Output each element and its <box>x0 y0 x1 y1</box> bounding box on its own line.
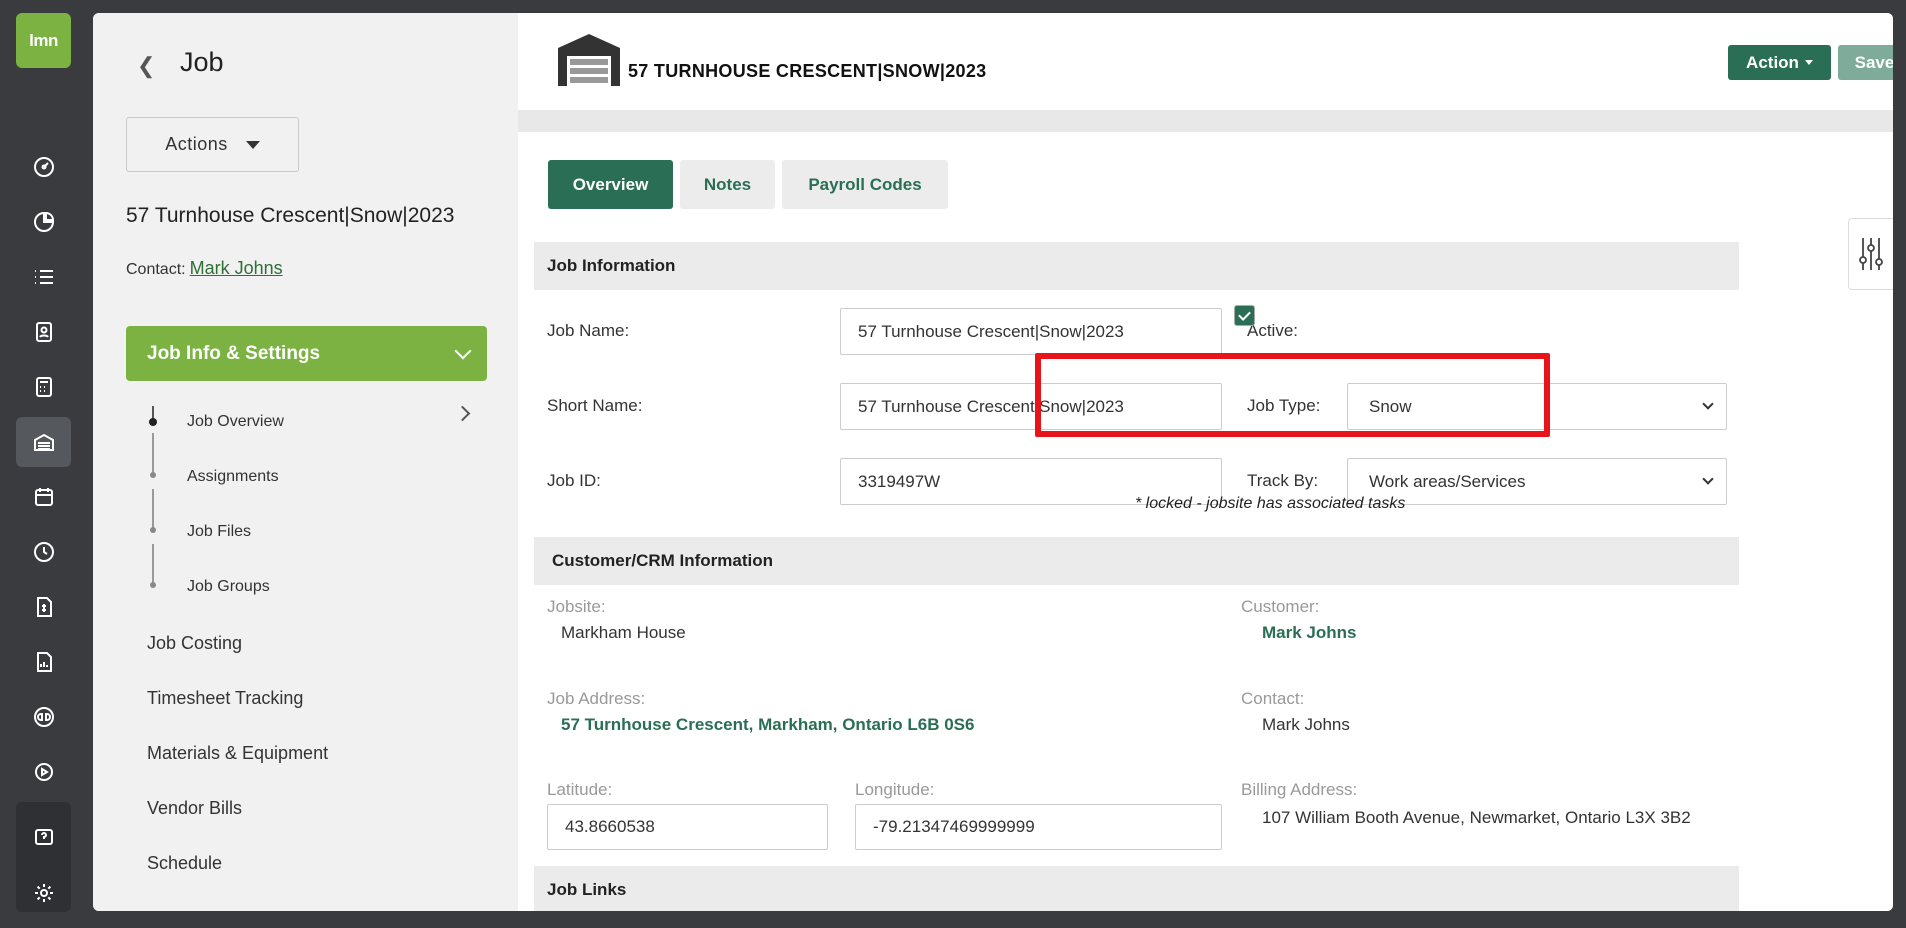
garage-icon[interactable] <box>16 417 71 467</box>
contact-label: Contact: <box>1241 689 1305 708</box>
job-nav-panel: ❮ Job Actions 57 Turnhouse Crescent|Snow… <box>93 13 518 911</box>
billing-address-label: Billing Address: <box>1241 780 1358 799</box>
tab-overview[interactable]: Overview <box>548 160 673 209</box>
action-button[interactable]: Action <box>1728 45 1831 80</box>
garage-icon <box>558 34 620 86</box>
jobsite-label: Jobsite: <box>547 597 606 616</box>
contact-card-icon[interactable] <box>16 307 71 357</box>
job-name-heading: 57 Turnhouse Crescent|Snow|2023 <box>126 204 455 227</box>
job-information-heading: Job Information <box>534 242 1739 290</box>
filter-settings-tab[interactable] <box>1848 218 1893 290</box>
latitude-label: Latitude: <box>547 780 613 799</box>
tree-dot-active <box>149 418 157 426</box>
job-address-label: Job Address: <box>547 689 646 708</box>
tab-notes[interactable]: Notes <box>680 160 775 209</box>
chevron-right-icon <box>454 405 471 422</box>
nav-item-timesheet-tracking[interactable]: Timesheet Tracking <box>147 688 303 709</box>
active-checkbox[interactable] <box>1234 305 1255 326</box>
tab-payroll-codes[interactable]: Payroll Codes <box>782 160 948 209</box>
chevron-down-icon <box>454 342 472 359</box>
nav-item-job-costing[interactable]: Job Costing <box>147 633 242 654</box>
tree-dot <box>150 527 156 533</box>
list-icon[interactable] <box>16 252 71 302</box>
job-address-link[interactable]: 57 Turnhouse Crescent, Markham, Ontario … <box>561 715 974 735</box>
jobsite-value: Markham House <box>561 623 686 642</box>
highlight-box <box>1035 353 1550 437</box>
job-links-heading: Job Links <box>534 866 1739 911</box>
tree-line <box>152 544 154 584</box>
save-button[interactable]: Save <box>1838 45 1893 80</box>
tree-dot <box>150 472 156 478</box>
actions-button[interactable]: Actions <box>126 117 299 172</box>
track-by-label: Track By: <box>1247 471 1319 490</box>
job-info-settings-section[interactable]: Job Info & Settings <box>126 326 487 381</box>
clock-icon[interactable] <box>16 527 71 577</box>
left-rail: lmn <box>0 0 86 928</box>
locked-note: * locked - jobsite has associated tasks <box>1135 495 1406 512</box>
longitude-label: Longitude: <box>855 780 935 799</box>
nav-title: Job <box>180 47 224 77</box>
settings-icon[interactable] <box>16 868 71 918</box>
page-header: 57 TURNHOUSE CRESCENT|SNOW|2023 Action S… <box>518 13 1893 110</box>
billing-address-value: 107 William Booth Avenue, Newmarket, Ont… <box>1262 808 1691 827</box>
dashboard-icon[interactable] <box>16 142 71 192</box>
app-logo[interactable]: lmn <box>16 13 71 68</box>
contact-value: Mark Johns <box>1262 715 1350 734</box>
job-name-label: Job Name: <box>547 321 630 340</box>
invoice-icon[interactable] <box>16 582 71 632</box>
page-title: 57 TURNHOUSE CRESCENT|SNOW|2023 <box>628 61 987 81</box>
nav-item-schedule[interactable]: Schedule <box>147 853 222 869</box>
longitude-field[interactable]: -79.21347469999999 <box>855 804 1222 850</box>
caret-down-icon <box>245 140 260 149</box>
sliders-icon <box>1859 238 1883 270</box>
job-name-field[interactable]: 57 Turnhouse Crescent|Snow|2023 <box>840 308 1222 355</box>
job-id-label: Job ID: <box>547 471 601 490</box>
sub-item-job-files[interactable]: Job Files <box>187 523 251 541</box>
contact-link[interactable]: Mark Johns <box>190 258 283 278</box>
help-icon[interactable] <box>16 813 71 863</box>
back-chevron-icon[interactable]: ❮ <box>137 53 155 79</box>
report-icon[interactable] <box>16 637 71 687</box>
chevron-down-icon <box>1702 398 1714 410</box>
chart-pie-icon[interactable] <box>16 197 71 247</box>
caret-down-icon <box>1804 60 1813 65</box>
content-card: ❮ Job Actions 57 Turnhouse Crescent|Snow… <box>93 13 1893 911</box>
customer-label: Customer: <box>1241 597 1320 616</box>
sub-item-assignments[interactable]: Assignments <box>187 468 279 486</box>
latitude-field[interactable]: 43.8660538 <box>547 804 828 850</box>
main-content: 57 TURNHOUSE CRESCENT|SNOW|2023 Action S… <box>518 13 1893 911</box>
sub-item-job-overview[interactable]: Job Overview <box>187 413 284 431</box>
calculator-icon[interactable] <box>16 362 71 412</box>
header-divider <box>518 110 1893 132</box>
crm-information-heading: Customer/CRM Information <box>534 537 1739 585</box>
calendar-icon[interactable] <box>16 472 71 522</box>
chevron-down-icon <box>1702 473 1714 485</box>
tree-line <box>152 433 154 473</box>
tree-line <box>152 489 154 529</box>
nav-item-materials-equipment[interactable]: Materials & Equipment <box>147 743 328 764</box>
tree-dot <box>150 582 156 588</box>
customer-link[interactable]: Mark Johns <box>1262 623 1356 643</box>
play-icon[interactable] <box>16 747 71 797</box>
short-name-label: Short Name: <box>547 396 643 415</box>
sub-item-job-groups[interactable]: Job Groups <box>187 578 270 596</box>
nav-item-vendor-bills[interactable]: Vendor Bills <box>147 798 242 819</box>
contact-line: Contact: Mark Johns <box>126 258 283 278</box>
quickbooks-icon[interactable] <box>16 692 71 742</box>
